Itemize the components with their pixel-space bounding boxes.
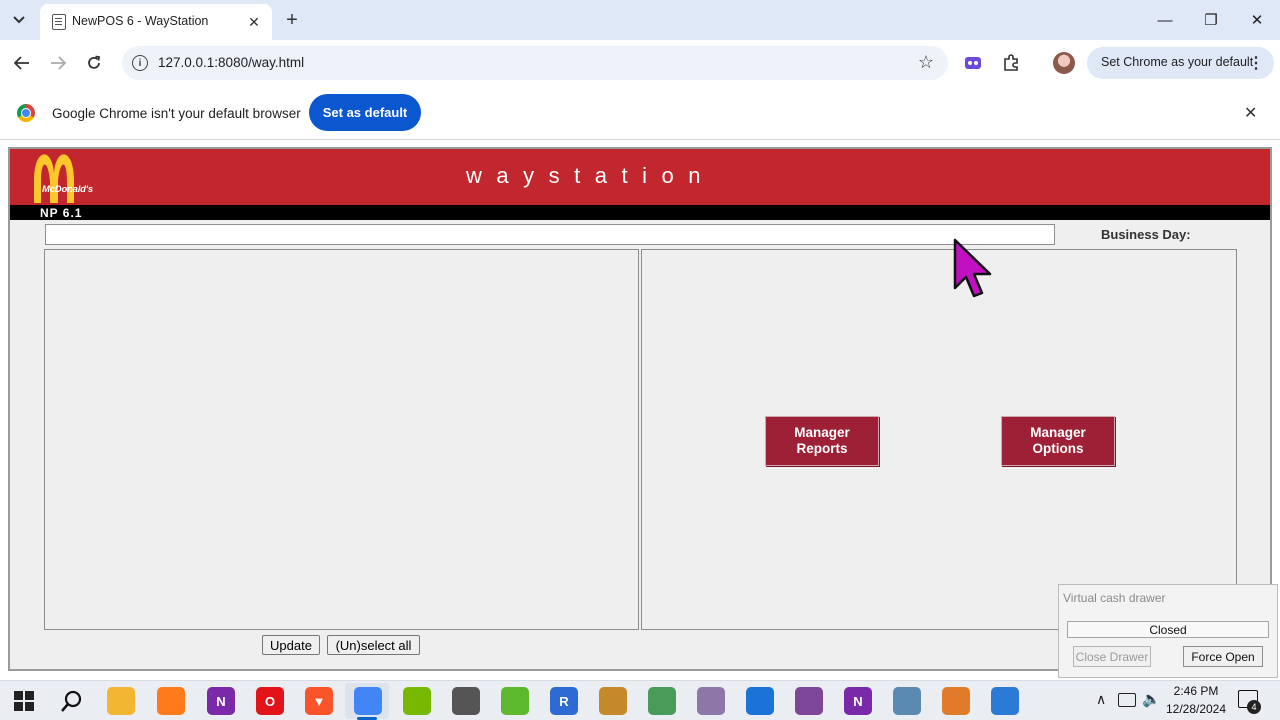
selection-list-pane[interactable] [44,249,639,630]
restore-button[interactable]: ❐ [1188,0,1234,40]
arrow-left-icon [14,56,29,70]
set-chrome-default-pill[interactable]: Set Chrome as your default ⋮ [1087,47,1274,79]
reload-icon [88,55,101,69]
cash-drawer-title: Virtual cash drawer [1063,591,1166,605]
menu-pane: Manager Reports Manager Options [641,249,1237,630]
update-button[interactable]: Update [262,635,320,655]
forward-button[interactable] [44,49,72,77]
pea-app-icon[interactable] [501,687,529,715]
brave-icon[interactable]: ▼ [305,687,333,715]
force-open-button[interactable]: Force Open [1183,646,1263,667]
chrome-logo-icon [17,104,35,122]
onenote2-icon[interactable]: N [844,687,872,715]
brand-wordmark: McDonald's [42,184,93,195]
business-day-label: Business Day: [1101,227,1191,242]
ghost-app-icon[interactable] [697,687,725,715]
message-field[interactable] [45,224,1055,245]
start-button[interactable] [10,687,38,715]
clock-time[interactable]: 2:46 PM [1166,684,1226,698]
chevron-down-icon [13,16,25,24]
close-infobar-icon[interactable]: ✕ [1244,103,1257,123]
minimize-button[interactable]: — [1142,0,1188,40]
network-icon[interactable] [1118,693,1136,707]
default-browser-infobar: Google Chrome isn't your default browser… [0,86,1280,140]
golden-arches-logo [34,154,74,203]
brand-header: McDonald's waystation [10,149,1270,205]
game-icon[interactable] [599,687,627,715]
unselect-all-button[interactable]: (Un)select all [327,635,420,655]
close-drawer-button[interactable]: Close Drawer [1073,646,1151,667]
chrome-icon[interactable] [354,687,382,715]
tab-strip: NewPOS 6 - WayStation ✕ + — ❐ ✕ [0,0,1280,40]
drawer-status-box: Closed [1067,621,1269,638]
notification-badge: 4 [1247,700,1261,714]
infobar-message: Google Chrome isn't your default browser [52,106,301,121]
video-editor-icon[interactable] [452,687,480,715]
search-icon [61,690,82,712]
image-tool-icon[interactable] [648,687,676,715]
opera-icon[interactable]: O [256,687,284,715]
virtual-cash-drawer-window: Virtual cash drawer Closed Close Drawer … [1058,584,1278,678]
tor-browser-icon[interactable] [795,687,823,715]
taskbar: N O ▼ R N ∧ 🔈 2:46 PM 12/28/2024 4 [0,680,1280,720]
back-button[interactable] [8,49,36,77]
bookmark-star-icon[interactable]: ☆ [918,52,934,73]
file-explorer-icon[interactable] [107,687,135,715]
arrow-right-icon [51,56,66,70]
tab-title: NewPOS 6 - WayStation [72,14,209,28]
version-bar: NP 6.1 [10,205,1270,220]
windows-logo-icon [14,691,34,711]
firefox-icon[interactable] [157,687,185,715]
search-button[interactable] [58,687,86,715]
address-bar[interactable]: i 127.0.0.1:8080/way.html ☆ [122,46,948,80]
drive-tool-icon[interactable] [893,687,921,715]
reload-button[interactable] [80,49,108,77]
site-info-icon[interactable]: i [132,55,148,71]
new-tab-button[interactable]: + [280,8,304,32]
remote-desktop-icon[interactable]: R [550,687,578,715]
extensions-puzzle-icon[interactable] [1000,52,1022,74]
shield-app-icon[interactable] [746,687,774,715]
browser-tab[interactable]: NewPOS 6 - WayStation ✕ [40,4,272,40]
mouse-cursor-icon [953,238,992,298]
onenote-icon[interactable]: N [207,687,235,715]
close-window-button[interactable]: ✕ [1234,0,1280,40]
more-menu-icon[interactable]: ⋮ [1248,53,1264,73]
nvidia-icon[interactable] [403,687,431,715]
tray-chevron-icon[interactable]: ∧ [1096,691,1106,708]
tab-search-button[interactable] [6,7,32,33]
volume-muted-icon[interactable]: 🔈 [1142,690,1161,708]
close-tab-icon[interactable]: ✕ [244,12,264,32]
app-title: waystation [466,163,715,188]
clock-date[interactable]: 12/28/2024 [1162,702,1230,716]
extension-icon[interactable] [964,54,982,72]
url-text[interactable]: 127.0.0.1:8080/way.html [158,55,304,70]
version-label: NP 6.1 [40,206,83,220]
profile-avatar[interactable] [1053,52,1075,74]
manager-reports-button[interactable]: Manager Reports [765,416,879,466]
drawer-status: Closed [1149,623,1187,637]
window-app-icon[interactable] [991,687,1019,715]
page-icon [52,14,66,30]
food-app-icon[interactable] [942,687,970,715]
manager-options-button[interactable]: Manager Options [1001,416,1115,466]
set-as-default-button[interactable]: Set as default [309,94,421,131]
set-default-pill-label: Set Chrome as your default [1101,55,1254,69]
